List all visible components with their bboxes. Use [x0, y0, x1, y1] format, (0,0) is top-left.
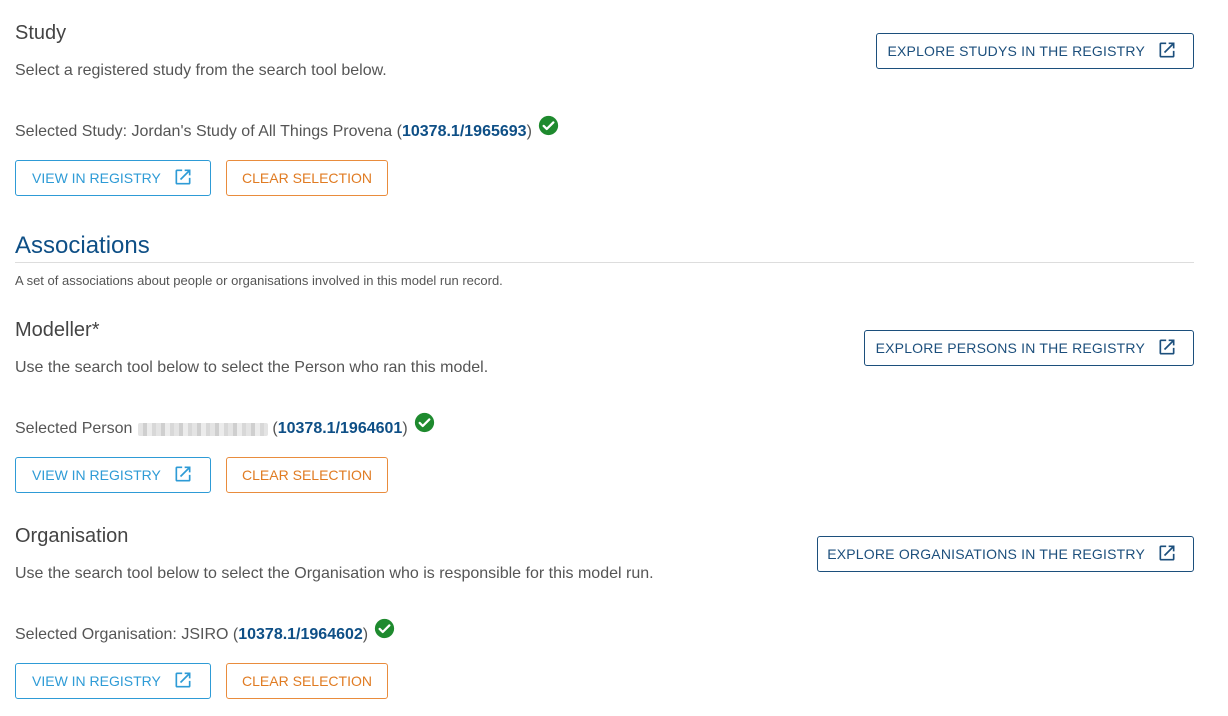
associations-divider [15, 262, 1194, 263]
redacted-person-name [138, 423, 269, 436]
check-circle-icon [538, 115, 559, 136]
person-clear-selection-button[interactable]: CLEAR SELECTION [226, 457, 388, 493]
person-handle-link[interactable]: 10378.1/1964601 [278, 420, 403, 438]
organisation-description: Use the search tool below to select the … [15, 565, 654, 582]
explore-studies-button[interactable]: EXPLORE STUDYS IN THE REGISTRY [876, 33, 1194, 69]
study-view-label: VIEW IN REGISTRY [32, 170, 161, 186]
organisation-clear-selection-button[interactable]: CLEAR SELECTION [226, 663, 388, 699]
selected-person-suffix: ) [402, 419, 408, 437]
person-view-in-registry-button[interactable]: VIEW IN REGISTRY [15, 457, 211, 493]
study-clear-selection-button[interactable]: CLEAR SELECTION [226, 160, 388, 196]
external-link-icon [173, 167, 193, 190]
person-view-label: VIEW IN REGISTRY [32, 467, 161, 483]
selected-organisation-text: Selected Organisation: JSIRO ( [15, 625, 239, 643]
modeller-title: Modeller* [15, 319, 100, 341]
associations-heading: Associations [15, 232, 150, 259]
selected-study-suffix: ) [526, 122, 532, 140]
selected-organisation-suffix: ) [362, 625, 369, 643]
explore-persons-label: EXPLORE PERSONS IN THE REGISTRY [875, 340, 1145, 356]
selected-person-text: Selected Person [15, 419, 133, 437]
explore-organisations-label: EXPLORE ORGANISATIONS IN THE REGISTRY [827, 546, 1145, 562]
organisation-title: Organisation [15, 525, 129, 547]
selected-study-text: Selected Study: Jordan's Study of All Th… [15, 122, 402, 140]
study-description: Select a registered study from the searc… [15, 62, 387, 79]
selected-study: Selected Study: Jordan's Study of All Th… [15, 115, 559, 142]
explore-studies-label: EXPLORE STUDYS IN THE REGISTRY [887, 43, 1145, 59]
external-link-icon [1157, 543, 1177, 566]
organisation-view-in-registry-button[interactable]: VIEW IN REGISTRY [15, 663, 211, 699]
check-circle-icon [414, 412, 435, 433]
study-view-in-registry-button[interactable]: VIEW IN REGISTRY [15, 160, 211, 196]
external-link-icon [173, 464, 193, 487]
selected-organisation: Selected Organisation: JSIRO (10378.1/19… [15, 618, 395, 645]
selected-person: Selected Person (10378.1/1964601) [15, 412, 435, 439]
explore-persons-button[interactable]: EXPLORE PERSONS IN THE REGISTRY [864, 330, 1194, 366]
modeller-description: Use the search tool below to select the … [15, 359, 489, 376]
study-title: Study [15, 22, 67, 44]
external-link-icon [1157, 40, 1177, 63]
associations-description: A set of associations about people or or… [15, 273, 503, 288]
external-link-icon [1157, 337, 1177, 360]
external-link-icon [173, 670, 193, 693]
check-circle-icon [374, 618, 395, 639]
organisation-view-label: VIEW IN REGISTRY [32, 673, 161, 689]
organisation-handle-link[interactable]: 10378.1/1964602 [238, 626, 363, 644]
study-handle-link[interactable]: 10378.1/1965693 [402, 123, 527, 141]
explore-organisations-button[interactable]: EXPLORE ORGANISATIONS IN THE REGISTRY [817, 536, 1194, 572]
